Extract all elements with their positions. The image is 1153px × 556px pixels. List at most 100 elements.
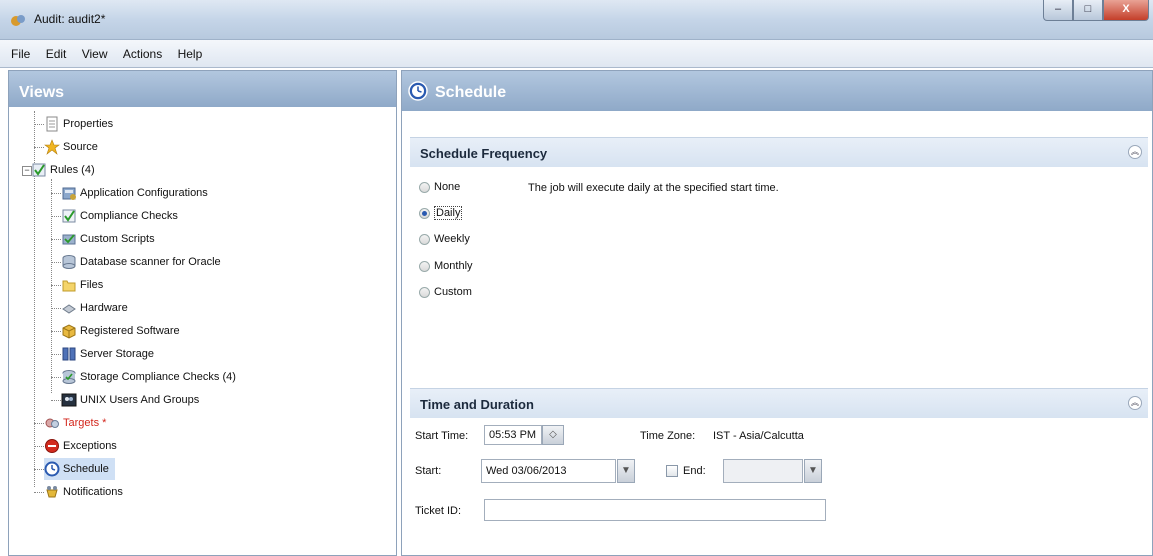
maximize-button[interactable]: □	[1073, 0, 1103, 21]
tree-item-rules[interactable]: Rules (4)	[31, 159, 95, 181]
tree-item-hardware[interactable]: Hardware	[61, 297, 128, 319]
radio-monthly[interactable]: Monthly	[419, 258, 473, 274]
storage-check-icon	[62, 370, 76, 385]
menu-view[interactable]: View	[76, 40, 114, 61]
start-time-label: Start Time:	[415, 430, 469, 442]
tree-line	[51, 179, 52, 393]
views-header: Views	[9, 71, 396, 107]
tree-item-label: Database scanner for Oracle	[80, 256, 221, 268]
end-date-label: End:	[683, 465, 706, 477]
tree-item-storage-compliance-checks[interactable]: Storage Compliance Checks (4)	[61, 366, 236, 388]
notifications-icon	[46, 486, 58, 498]
schedule-header: Schedule	[402, 71, 1152, 111]
start-date-input[interactable]: Wed 03/06/2013	[481, 459, 616, 483]
tree-item-unix-users[interactable]: UNIX Users And Groups	[61, 389, 199, 411]
start-time-spinner[interactable]: ◇	[542, 425, 564, 445]
hardware-icon	[62, 304, 76, 314]
tree-item-files[interactable]: Files	[61, 274, 103, 296]
tree-branch	[51, 193, 61, 194]
tree-item-label: Server Storage	[80, 348, 154, 360]
time-duration-section: Time and Duration ︽	[410, 388, 1148, 418]
tree-branch	[51, 377, 61, 378]
menu-bar: File Edit View Actions Help	[0, 40, 1153, 68]
menu-file[interactable]: File	[0, 40, 36, 61]
radio-weekly[interactable]: Weekly	[419, 231, 470, 247]
tree-item-label: Files	[80, 279, 104, 291]
tree-item-label: Compliance Checks	[80, 210, 178, 222]
ticket-id-label: Ticket ID:	[415, 505, 462, 517]
tree-branch	[51, 239, 61, 240]
source-star-icon	[44, 139, 60, 155]
tree-item-custom-scripts[interactable]: Custom Scripts	[61, 228, 155, 250]
views-tree: − Properties Source Rules (4) Applicatio…	[9, 107, 396, 555]
start-date-dropdown-icon[interactable]: ▼	[617, 459, 635, 483]
radio-label: Custom	[434, 286, 472, 298]
menu-edit[interactable]: Edit	[40, 40, 73, 61]
menu-actions[interactable]: Actions	[117, 40, 168, 61]
radio-custom[interactable]: Custom	[419, 284, 472, 300]
tree-branch	[51, 308, 61, 309]
end-date-dropdown-icon[interactable]: ▼	[804, 459, 822, 483]
tree-item-label: Hardware	[80, 302, 128, 314]
radio-circle-selected	[419, 207, 430, 219]
schedule-clock-icon	[408, 81, 428, 101]
tree-item-targets[interactable]: Targets *	[44, 412, 106, 434]
timezone-label: Time Zone:	[640, 430, 696, 442]
tree-item-notifications[interactable]: Notifications	[44, 481, 123, 503]
schedule-title: Schedule	[435, 84, 507, 101]
script-icon	[62, 234, 76, 245]
tree-branch	[51, 285, 61, 286]
views-panel: Views − Properties Source Rules (4) Appl…	[8, 70, 397, 556]
radio-circle	[419, 181, 430, 193]
radio-label: Weekly	[434, 233, 470, 245]
start-time-input[interactable]: 05:53 PM	[484, 425, 542, 445]
tree-item-compliance-checks[interactable]: Compliance Checks	[61, 205, 178, 227]
menu-help[interactable]: Help	[172, 40, 209, 61]
compliance-check-icon	[62, 209, 76, 223]
collapse-chevron-icon[interactable]: ︽	[1128, 145, 1142, 159]
tree-item-application-configurations[interactable]: Application Configurations	[61, 182, 208, 204]
tree-item-label: Notifications	[63, 486, 123, 498]
radio-circle	[419, 260, 430, 272]
tree-item-label: Properties	[63, 118, 114, 130]
schedule-clock-icon	[44, 461, 60, 477]
tree-item-label: Application Configurations	[80, 187, 208, 199]
tree-branch	[51, 216, 61, 217]
tree-item-registered-software[interactable]: Registered Software	[61, 320, 180, 342]
tree-branch	[51, 354, 61, 355]
targets-icon	[45, 418, 59, 429]
app-icon	[11, 15, 25, 26]
window-title: Audit: audit2*	[34, 12, 106, 26]
tree-item-label: Targets *	[63, 417, 107, 429]
tree-branch	[34, 147, 44, 148]
tree-item-exceptions[interactable]: Exceptions	[44, 435, 117, 457]
app-config-icon	[62, 187, 76, 201]
timezone-value: IST - Asia/Calcutta	[713, 430, 804, 442]
ticket-id-input[interactable]	[484, 499, 826, 521]
tree-branch	[51, 262, 61, 263]
tree-item-label: Schedule	[63, 463, 109, 475]
close-button[interactable]: X	[1103, 0, 1149, 21]
collapse-chevron-icon[interactable]: ︽	[1128, 396, 1142, 410]
radio-daily[interactable]: Daily	[419, 205, 463, 221]
database-icon	[62, 255, 76, 270]
tree-item-schedule[interactable]: Schedule	[44, 458, 115, 480]
minimize-button[interactable]: –	[1043, 0, 1073, 21]
tree-item-label: Rules (4)	[50, 164, 95, 176]
radio-circle	[419, 286, 430, 298]
rules-check-icon	[32, 163, 46, 177]
tree-item-source[interactable]: Source	[44, 136, 98, 158]
title-bar: Audit: audit2* – □ X	[0, 0, 1153, 40]
tree-item-server-storage[interactable]: Server Storage	[61, 343, 154, 365]
tree-branch	[51, 331, 61, 332]
tree-branch	[51, 400, 61, 401]
radio-label: Daily	[434, 206, 463, 220]
tree-item-database-scanner[interactable]: Database scanner for Oracle	[61, 251, 221, 273]
tree-item-properties[interactable]: Properties	[44, 113, 113, 135]
frequency-description: The job will execute daily at the specif…	[528, 182, 779, 194]
end-date-input[interactable]	[723, 459, 803, 483]
tree-branch	[34, 446, 44, 447]
end-date-checkbox[interactable]	[666, 465, 678, 477]
radio-none[interactable]: None	[419, 179, 460, 195]
tree-item-label: Custom Scripts	[80, 233, 155, 245]
